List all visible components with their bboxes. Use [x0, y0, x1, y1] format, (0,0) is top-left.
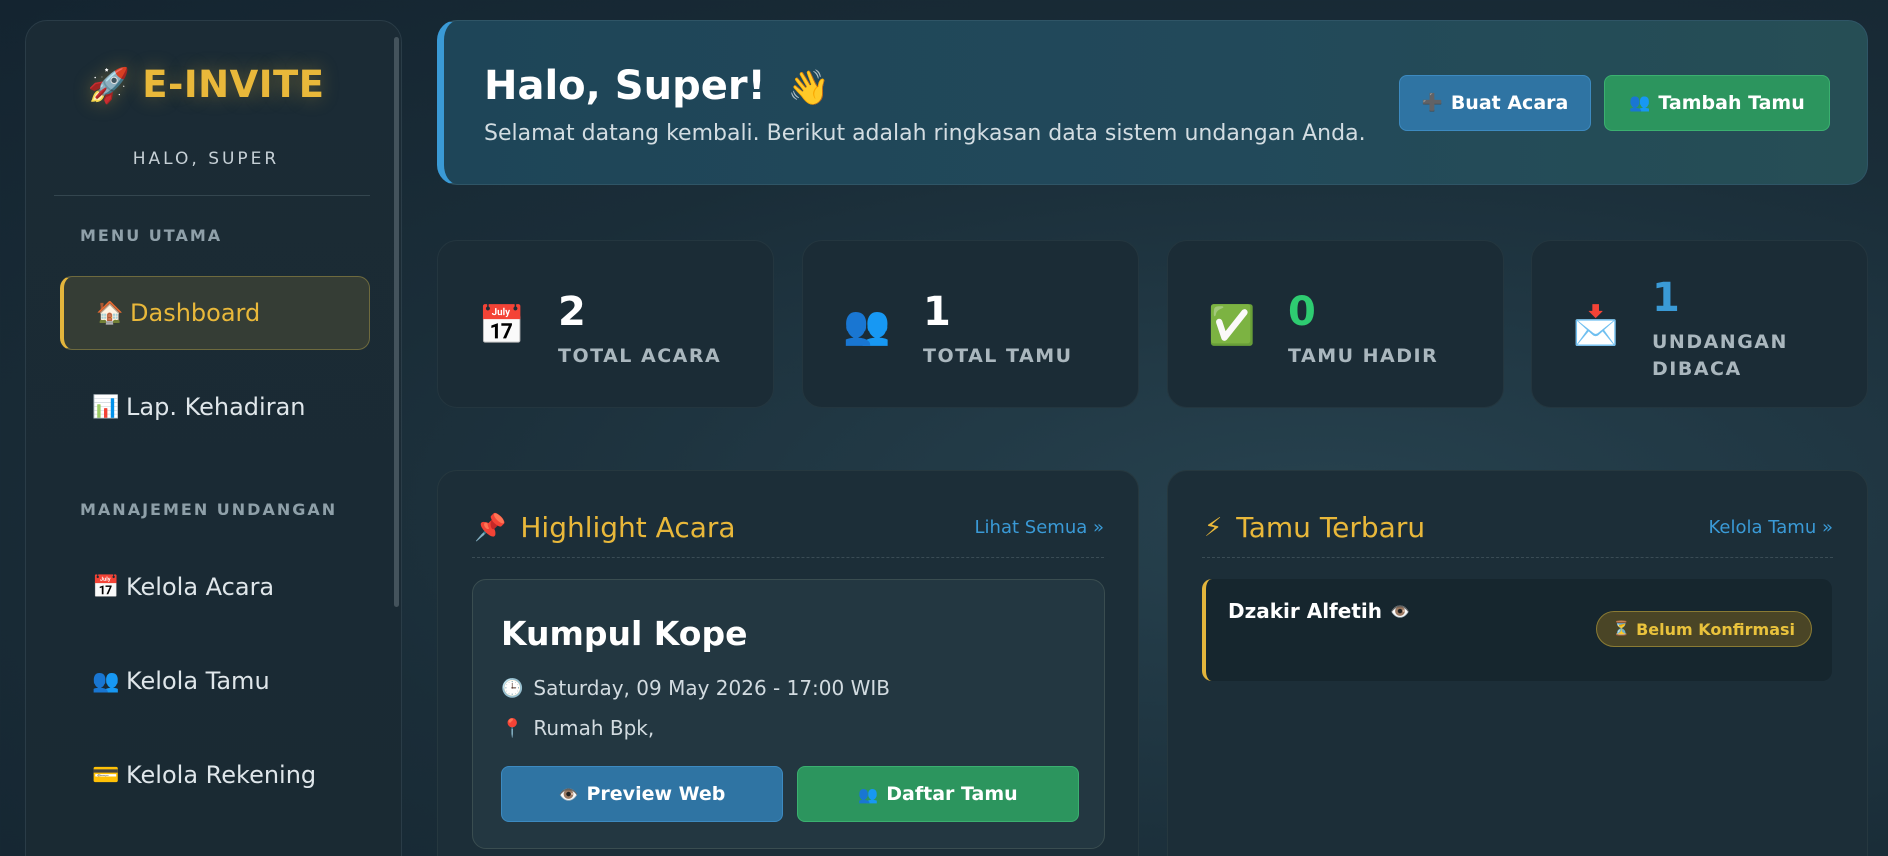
panel-title-text: Tamu Terbaru	[1236, 511, 1426, 544]
section-manajemen-undangan: MANAJEMEN UNDANGAN	[80, 500, 338, 519]
stat-value: 2	[558, 289, 586, 335]
clock-icon: 🕒	[501, 677, 524, 699]
location-pin-icon: 📍	[501, 717, 524, 739]
kelola-tamu-link[interactable]: Kelola Tamu »	[1709, 517, 1833, 538]
event-name: Kumpul Kope	[501, 614, 748, 653]
sidebar-item-dashboard[interactable]: 🏠 Dashboard	[60, 276, 370, 350]
guest-name: Dzakir Alfetih 👁️	[1228, 599, 1410, 623]
users-icon: 👥	[843, 302, 891, 347]
sidebar-item-label: Kelola Tamu	[126, 667, 270, 695]
daftar-tamu-button[interactable]: 👥 Daftar Tamu	[797, 766, 1079, 822]
envelope-icon: 📩	[1572, 302, 1620, 347]
event-location-text: Rumah Bpk,	[533, 716, 655, 740]
sidebar-item-kelola-acara[interactable]: 📅 Kelola Acara	[60, 550, 370, 624]
stat-label: TAMU HADIR	[1288, 345, 1439, 367]
event-datetime-text: Saturday, 09 May 2026 - 17:00 WIB	[533, 676, 890, 700]
panel-title: ⚡ Tamu Terbaru	[1204, 511, 1425, 544]
stat-label: UNDANGAN DIBACA	[1652, 331, 1788, 380]
status-badge: ⏳ Belum Konfirmasi	[1595, 611, 1812, 647]
brand-name: E-INVITE	[142, 63, 325, 106]
sidebar-item-label: Kelola Acara	[126, 573, 275, 601]
sidebar-item-label: Dashboard	[130, 299, 261, 327]
lightning-icon: ⚡	[1204, 512, 1223, 543]
users-icon: 👥	[858, 784, 879, 804]
event-datetime: 🕒 Saturday, 09 May 2026 - 17:00 WIB	[501, 676, 890, 700]
pin-icon: 📌	[474, 512, 507, 543]
user-greeting: HALO, SUPER	[132, 149, 280, 169]
sidebar-item-kelola-tamu[interactable]: 👥 Kelola Tamu	[60, 644, 370, 718]
tamu-terbaru-panel: ⚡ Tamu Terbaru Kelola Tamu » Dzakir Alfe…	[1167, 470, 1868, 856]
brand-logo[interactable]: 🚀 E-INVITE	[26, 63, 386, 106]
calendar-icon: 📅	[478, 302, 526, 347]
page-title-text: Halo, Super!	[484, 63, 766, 109]
stat-card-tamu-hadir: ✅ 0 TAMU HADIR	[1167, 240, 1504, 408]
users-icon: 👥	[92, 668, 120, 694]
buat-acara-button[interactable]: ➕ Buat Acara	[1399, 75, 1591, 131]
sidebar-scrollbar[interactable]	[394, 37, 399, 607]
bar-chart-icon: 📊	[92, 394, 120, 420]
sidebar-item-label: Lap. Kehadiran	[126, 393, 306, 421]
panel-divider	[1202, 557, 1833, 558]
stat-label: TOTAL ACARA	[558, 345, 722, 367]
welcome-text: Selamat datang kembali. Berikut adalah r…	[484, 121, 1366, 146]
plus-icon: ➕	[1421, 93, 1443, 113]
status-badge-text: Belum Konfirmasi	[1636, 619, 1795, 639]
check-icon: ✅	[1208, 302, 1256, 347]
stat-value: 1	[923, 289, 951, 335]
credit-card-icon: 💳	[92, 762, 120, 788]
highlight-acara-panel: 📌 Highlight Acara Lihat Semua » Kumpul K…	[437, 470, 1139, 856]
panel-title-text: Highlight Acara	[520, 511, 736, 544]
page-title: Halo, Super! 👋	[484, 63, 830, 109]
daftar-tamu-label: Daftar Tamu	[886, 783, 1018, 805]
sidebar: 🚀 E-INVITE HALO, SUPER MENU UTAMA 🏠 Dashb…	[25, 20, 402, 856]
sidebar-item-kelola-rekening[interactable]: 💳 Kelola Rekening	[60, 738, 370, 812]
stat-value: 1	[1652, 275, 1680, 321]
list-item[interactable]: Dzakir Alfetih 👁️ ⏳ Belum Konfirmasi	[1202, 579, 1832, 681]
panel-title: 📌 Highlight Acara	[474, 511, 736, 544]
stat-label: TOTAL TAMU	[923, 345, 1073, 367]
users-icon: 👥	[1629, 93, 1651, 113]
panel-divider	[472, 557, 1104, 558]
eye-icon: 👁️	[1389, 601, 1410, 621]
sidebar-item-label: Kelola Rekening	[126, 761, 317, 789]
buat-acara-label: Buat Acara	[1450, 92, 1569, 114]
tambah-tamu-button[interactable]: 👥 Tambah Tamu	[1604, 75, 1830, 131]
sidebar-item-lap-kehadiran[interactable]: 📊 Lap. Kehadiran	[60, 370, 370, 444]
event-card: Kumpul Kope 🕒 Saturday, 09 May 2026 - 17…	[472, 579, 1105, 849]
lihat-semua-link[interactable]: Lihat Semua »	[975, 517, 1104, 538]
preview-web-button[interactable]: 👁️ Preview Web	[501, 766, 783, 822]
rocket-icon: 🚀	[87, 66, 131, 106]
wave-icon: 👋	[787, 68, 831, 108]
tambah-tamu-label: Tambah Tamu	[1658, 92, 1805, 114]
event-location: 📍 Rumah Bpk,	[501, 716, 654, 740]
eye-icon: 👁️	[558, 784, 579, 804]
home-icon: 🏠	[96, 300, 124, 326]
calendar-icon: 📅	[92, 574, 120, 600]
guest-name-text: Dzakir Alfetih	[1228, 599, 1382, 623]
section-menu-utama: MENU UTAMA	[80, 226, 223, 245]
welcome-banner: Halo, Super! 👋 Selamat datang kembali. B…	[437, 20, 1868, 185]
preview-web-label: Preview Web	[586, 783, 726, 805]
hourglass-icon: ⏳	[1612, 621, 1631, 637]
sidebar-divider	[54, 195, 370, 196]
stat-card-total-acara: 📅 2 TOTAL ACARA	[437, 240, 774, 408]
stat-value: 0	[1288, 289, 1316, 335]
stat-card-undangan-dibaca: 📩 1 UNDANGAN DIBACA	[1531, 240, 1868, 408]
stat-card-total-tamu: 👥 1 TOTAL TAMU	[802, 240, 1139, 408]
